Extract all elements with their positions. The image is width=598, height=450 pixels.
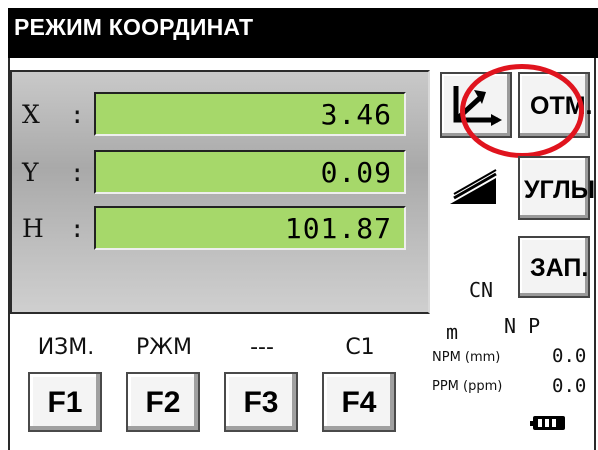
x-label: X <box>22 100 40 129</box>
x-colon: : <box>70 101 85 129</box>
h-value-field: 101.87 <box>94 206 406 250</box>
y-colon: : <box>70 159 85 187</box>
frame-right-edge <box>594 58 596 450</box>
ppm-value: 0.0 <box>552 375 587 397</box>
ppm-label: PPM (ppm) <box>432 379 503 394</box>
f3-key[interactable]: F3 <box>224 372 298 432</box>
f3-key-label: F3 <box>243 386 279 419</box>
f2-key[interactable]: F2 <box>126 372 200 432</box>
x-value-field: 3.46 <box>94 92 406 136</box>
h-label: H <box>22 214 44 243</box>
record-button[interactable]: ЗАП. <box>518 236 590 298</box>
np-indicator: N P <box>504 314 541 338</box>
npm-label: NPM (mm) <box>432 350 501 365</box>
highlight-ring <box>460 64 584 158</box>
f1-caption: ИЗМ. <box>37 335 95 360</box>
f2-caption: РЖМ <box>136 335 192 360</box>
f2-key-label: F2 <box>145 386 181 419</box>
angles-button[interactable]: УГЛЫ <box>518 156 595 220</box>
x-value: 3.46 <box>320 98 392 131</box>
prism-constant-button[interactable] <box>440 160 510 216</box>
angles-button-label: УГЛЫ <box>524 176 596 204</box>
y-value: 0.09 <box>320 156 392 189</box>
screen-title: РЕЖИМ КООРДИНАТ <box>14 14 254 40</box>
h-value: 101.87 <box>284 212 392 245</box>
f1-key-label: F1 <box>47 386 83 419</box>
y-value-field: 0.09 <box>94 150 406 194</box>
f4-key[interactable]: F4 <box>322 372 396 432</box>
f4-caption: C1 <box>345 335 375 360</box>
wedge-icon <box>450 169 497 204</box>
f1-key[interactable]: F1 <box>28 372 102 432</box>
title-bar: РЕЖИМ КООРДИНАТ <box>0 0 598 62</box>
cn-indicator: CN <box>469 278 494 302</box>
unit-indicator: m <box>446 320 459 344</box>
record-button-label: ЗАП. <box>530 254 589 282</box>
npm-value: 0.0 <box>552 345 587 367</box>
h-colon: : <box>70 215 85 243</box>
battery-icon <box>530 416 568 430</box>
f3-caption: --- <box>250 335 274 360</box>
f4-key-label: F4 <box>341 386 377 419</box>
y-label: Y <box>22 158 39 187</box>
